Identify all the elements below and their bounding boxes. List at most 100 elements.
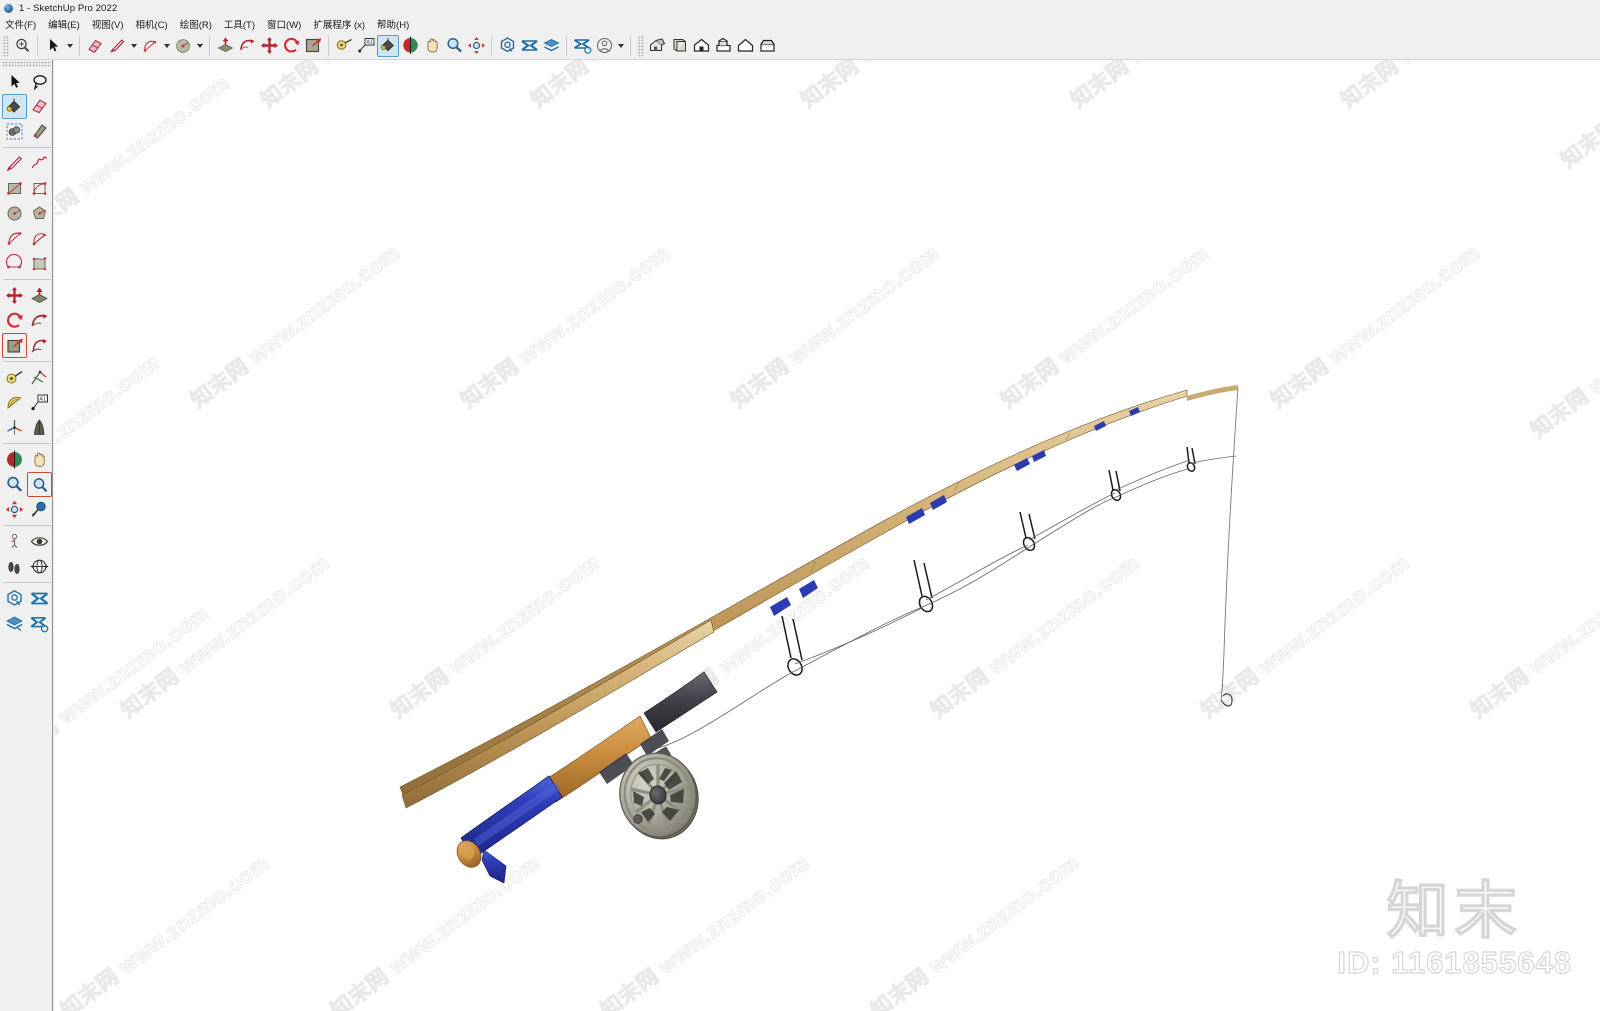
arc-segment-icon[interactable] xyxy=(27,251,52,276)
menu-camera[interactable]: 相机(C) xyxy=(135,17,173,31)
circle-icon[interactable] xyxy=(2,201,27,226)
3d-warehouse-icon[interactable] xyxy=(496,35,518,57)
select-arrow-icon[interactable] xyxy=(2,69,27,94)
menu-draw[interactable]: 绘图(R) xyxy=(180,17,218,31)
zoom-window-icon[interactable] xyxy=(27,472,52,497)
user-account-icon[interactable] xyxy=(593,35,615,57)
protractor-icon[interactable] xyxy=(2,390,27,415)
position-camera-icon[interactable] xyxy=(2,529,27,554)
svg-text:A1: A1 xyxy=(39,396,46,402)
circle-shape-icon[interactable] xyxy=(172,35,194,57)
rectangle-icon[interactable] xyxy=(2,176,27,201)
extension-warehouse-icon[interactable] xyxy=(27,586,52,611)
menu-file[interactable]: 文件(F) xyxy=(5,17,42,31)
orbit-target-icon[interactable] xyxy=(27,554,52,579)
model-viewport[interactable]: 知末网 www.znzmo.com 知末网 www.znzmo.com 知末网 … xyxy=(54,60,1600,1011)
section-plane-icon[interactable] xyxy=(399,35,421,57)
rotate-icon[interactable] xyxy=(2,308,27,333)
title-bar: 1 - SketchUp Pro 2022 xyxy=(0,0,1600,16)
back-house-icon[interactable] xyxy=(734,35,756,57)
paint-bucket-icon[interactable] xyxy=(2,94,27,119)
polygon-icon[interactable] xyxy=(27,201,52,226)
menu-help[interactable]: 帮助(H) xyxy=(377,17,415,31)
menu-extensions[interactable]: 扩展程序 (x) xyxy=(313,17,371,31)
line-dropdown-caret[interactable] xyxy=(128,35,139,57)
zoom-extents-icon[interactable] xyxy=(11,35,33,57)
scale-icon[interactable] xyxy=(302,35,324,57)
line-pencil-icon[interactable] xyxy=(2,151,27,176)
eraser-icon[interactable] xyxy=(27,94,52,119)
previous-view-icon[interactable] xyxy=(27,497,52,522)
eraser-icon[interactable] xyxy=(84,35,106,57)
layers-stack-icon[interactable] xyxy=(540,35,562,57)
push-pull-icon[interactable] xyxy=(27,283,52,308)
bottom-house-icon[interactable] xyxy=(756,35,778,57)
move-icon[interactable] xyxy=(258,35,280,57)
dimension-icon[interactable]: A1 xyxy=(355,35,377,57)
3d-text-icon[interactable] xyxy=(27,415,52,440)
zoom-window-icon[interactable] xyxy=(465,35,487,57)
front-house-icon[interactable] xyxy=(690,35,712,57)
arc-3point-icon[interactable] xyxy=(2,251,27,276)
extension-warehouse-icon[interactable] xyxy=(518,35,540,57)
follow-me-icon[interactable] xyxy=(236,35,258,57)
arc-pie-icon[interactable] xyxy=(27,226,52,251)
circle-dropdown-caret[interactable] xyxy=(194,35,205,57)
select-dropdown-caret[interactable] xyxy=(64,35,75,57)
lasso-select-icon[interactable] xyxy=(27,69,52,94)
layers-stack-icon[interactable] xyxy=(2,611,27,636)
tape-measure-icon[interactable] xyxy=(2,365,27,390)
walk-icon[interactable] xyxy=(2,554,27,579)
palette-separator xyxy=(3,147,51,148)
rod-thread-wraps xyxy=(770,407,1140,616)
palette-separator xyxy=(3,525,51,526)
3d-warehouse-icon[interactable] xyxy=(2,586,27,611)
extension-manager-icon[interactable] xyxy=(27,611,52,636)
account-dropdown-caret[interactable] xyxy=(615,35,626,57)
menu-edit[interactable]: 编辑(E) xyxy=(48,17,86,31)
axes-icon[interactable] xyxy=(2,415,27,440)
text-label-icon[interactable]: A1 xyxy=(27,390,52,415)
toolbar-separator xyxy=(566,35,567,56)
arc-icon[interactable] xyxy=(139,35,161,57)
handle-strap xyxy=(481,849,507,884)
freehand-icon[interactable] xyxy=(27,151,52,176)
select-arrow-icon[interactable] xyxy=(42,35,64,57)
push-pull-icon[interactable] xyxy=(214,35,236,57)
pan-hand-icon[interactable] xyxy=(27,447,52,472)
tag-paint-icon[interactable] xyxy=(27,119,52,144)
paint-bucket-icon[interactable] xyxy=(377,34,399,57)
component-box-icon[interactable] xyxy=(2,119,27,144)
rotated-rectangle-icon[interactable] xyxy=(27,176,52,201)
toolbar-grip-views[interactable] xyxy=(637,34,644,57)
menu-view[interactable]: 视图(V) xyxy=(92,17,130,31)
arc-2point-icon[interactable] xyxy=(2,226,27,251)
zoom-magnifier-icon[interactable] xyxy=(443,35,465,57)
section-plane-icon[interactable] xyxy=(2,447,27,472)
follow-me-icon[interactable] xyxy=(27,308,52,333)
move-icon[interactable] xyxy=(2,283,27,308)
menu-tools[interactable]: 工具(T) xyxy=(224,17,261,31)
iso-house-icon[interactable] xyxy=(646,35,668,57)
toolbar-grip[interactable] xyxy=(2,34,9,57)
side-box-icon[interactable] xyxy=(668,35,690,57)
menu-window[interactable]: 窗口(W) xyxy=(267,17,307,31)
trimble-connect-icon[interactable] xyxy=(571,35,593,57)
offset-icon[interactable] xyxy=(27,333,52,358)
protractor-axes-icon[interactable] xyxy=(27,365,52,390)
menu-bar: 文件(F) 编辑(E) 视图(V) 相机(C) 绘图(R) 工具(T) 窗口(W… xyxy=(0,16,1600,32)
scale-icon[interactable] xyxy=(2,333,27,358)
zoom-magnifier-icon[interactable] xyxy=(2,472,27,497)
large-tool-palette: A1 xyxy=(0,60,53,1011)
palette-separator xyxy=(3,582,51,583)
look-around-icon[interactable] xyxy=(27,529,52,554)
pan-hand-icon[interactable] xyxy=(421,35,443,57)
top-house-icon[interactable] xyxy=(712,35,734,57)
rotate-icon[interactable] xyxy=(280,35,302,57)
arc-dropdown-caret[interactable] xyxy=(161,35,172,57)
tape-measure-icon[interactable] xyxy=(333,35,355,57)
line-pencil-icon[interactable] xyxy=(106,35,128,57)
zoom-extents-icon[interactable] xyxy=(2,497,27,522)
palette-grip[interactable] xyxy=(1,61,51,67)
fishing-rod-model[interactable] xyxy=(54,60,1600,1011)
